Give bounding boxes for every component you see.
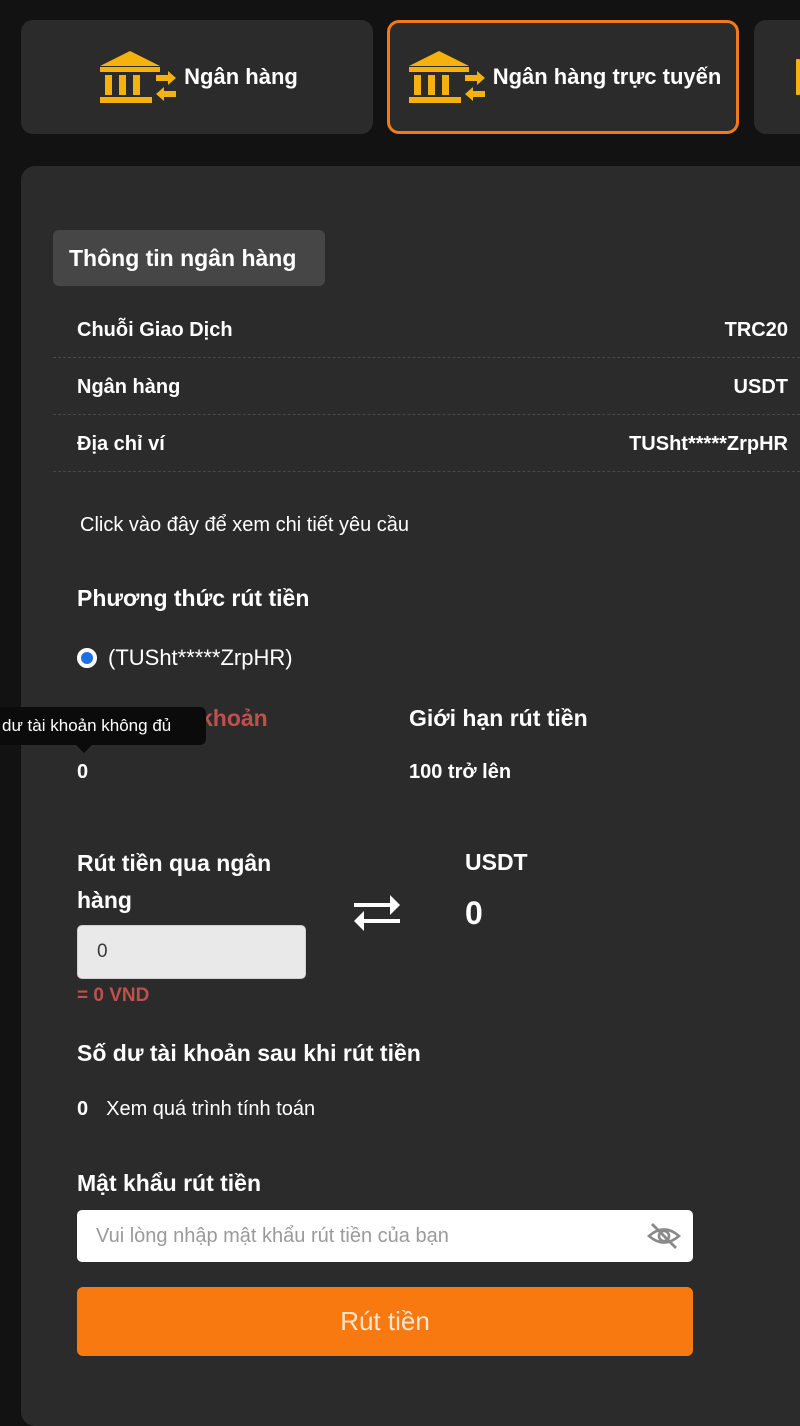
- insufficient-balance-tooltip: dư tài khoản không đủ: [0, 707, 206, 745]
- after-balance-title: Số dư tài khoản sau khi rút tiền: [77, 1040, 421, 1066]
- password-title: Mật khẩu rút tiền: [77, 1170, 262, 1196]
- view-calculation-link[interactable]: Xem quá trình tính toán: [106, 1098, 315, 1121]
- info-label: Địa chỉ ví: [77, 433, 165, 455]
- bank-transfer-icon: [408, 51, 485, 103]
- tab-bank-label: Ngân hàng: [184, 64, 298, 89]
- after-balance-value: 0: [77, 1098, 89, 1120]
- limit-value: 100 trở lên: [409, 761, 512, 783]
- bank-info-header: Thông tin ngân hàng: [53, 230, 325, 286]
- info-row-bank: Ngân hàng USDT: [53, 359, 800, 415]
- tooltip-arrow: [76, 745, 92, 753]
- currency-label: USDT: [465, 849, 528, 875]
- withdraw-amount-label: Rút tiền qua ngân hàng: [77, 850, 272, 913]
- balance-value: 0: [77, 761, 89, 783]
- tab-online-bank[interactable]: Ngân hàng trực tuyến: [387, 20, 739, 134]
- view-details-link[interactable]: Click vào đây để xem chi tiết yêu cầu: [80, 514, 409, 537]
- password-input[interactable]: [77, 1210, 637, 1262]
- tab-bank[interactable]: Ngân hàng: [21, 20, 373, 134]
- after-balance-row: 0 Xem quá trình tính toán: [77, 1098, 315, 1121]
- swap-arrows-icon[interactable]: [352, 893, 402, 933]
- withdraw-method-option-label: (TUSht*****ZrpHR): [108, 645, 293, 670]
- tab-partial-icon: [796, 59, 800, 95]
- info-value: USDT: [733, 376, 788, 398]
- withdraw-method-title: Phương thức rút tiền: [77, 585, 310, 611]
- info-label: Ngân hàng: [77, 376, 181, 398]
- password-field: [77, 1210, 693, 1262]
- withdraw-method-option[interactable]: (TUSht*****ZrpHR): [77, 645, 293, 671]
- withdraw-amount-input[interactable]: [77, 925, 306, 979]
- converted-amount: 0: [465, 895, 483, 931]
- info-value: TUSht*****ZrpHR: [629, 433, 788, 455]
- info-row-chain: Chuỗi Giao Dịch TRC20: [53, 302, 800, 358]
- radio-selected-icon[interactable]: [77, 648, 97, 668]
- withdraw-submit-button[interactable]: Rút tiền: [77, 1287, 693, 1356]
- info-value: TRC20: [724, 319, 788, 341]
- bank-transfer-icon: [100, 51, 177, 103]
- info-label: Chuỗi Giao Dịch: [77, 319, 233, 341]
- balance-label: khoản: [200, 705, 268, 731]
- eye-off-icon[interactable]: [647, 1221, 681, 1251]
- tab-online-bank-label: Ngân hàng trực tuyến: [492, 64, 722, 89]
- limit-label: Giới hạn rút tiền: [409, 705, 588, 731]
- info-row-wallet: Địa chỉ ví TUSht*****ZrpHR: [53, 416, 800, 472]
- vnd-equivalent: = 0 VND: [77, 985, 150, 1006]
- tab-third-partial[interactable]: [754, 20, 800, 134]
